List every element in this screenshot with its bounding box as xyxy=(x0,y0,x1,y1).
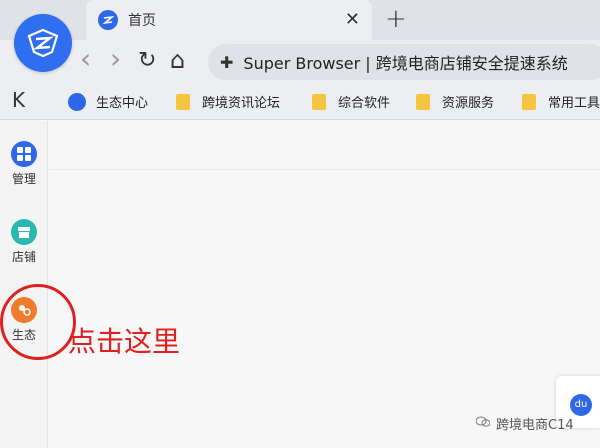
address-url: Super Browser | 跨境电商店铺安全提速系统 xyxy=(243,54,568,73)
bookmark-item[interactable]: 资源服务 xyxy=(416,92,494,111)
sidebar-item-label: 店铺 xyxy=(11,250,36,264)
bookmark-item[interactable]: 生态中心 xyxy=(68,92,148,111)
new-tab-button[interactable]: + xyxy=(385,4,407,34)
tab-strip: 首页 ✕ + xyxy=(0,0,600,40)
app-logo-icon xyxy=(68,92,86,111)
tab-home[interactable]: 首页 ✕ xyxy=(86,0,372,40)
bookmark-label: 资源服务 xyxy=(442,96,495,111)
sidebar-item-store[interactable]: 店铺 xyxy=(0,219,48,265)
folder-icon xyxy=(522,93,536,110)
bookmark-item[interactable]: 综合软件 xyxy=(312,92,390,111)
home-icon[interactable]: ⌂ xyxy=(170,46,185,74)
sidebar-item-label: 管理 xyxy=(11,172,36,186)
extension-puzzle-icon[interactable]: ✚ xyxy=(220,53,233,72)
reload-icon[interactable]: ↻ xyxy=(138,48,156,73)
close-icon[interactable]: ✕ xyxy=(345,9,360,30)
main-content xyxy=(49,121,600,448)
sidebar-item-manage[interactable]: 管理 xyxy=(0,141,48,187)
sidebar-collapse-icon[interactable]: K xyxy=(12,88,25,112)
grid-icon xyxy=(11,141,37,167)
annotation-text: 点击这里 xyxy=(68,325,181,358)
watermark-text: 跨境电商C14 xyxy=(496,418,574,433)
bookmark-label: 跨境资讯论坛 xyxy=(202,96,281,111)
app-logo-icon[interactable] xyxy=(14,14,72,72)
app-logo-icon xyxy=(98,10,118,30)
back-icon[interactable]: ‹ xyxy=(80,42,91,75)
bookmark-label: 生态中心 xyxy=(96,96,149,111)
address-bar[interactable]: ✚ Super Browser | 跨境电商店铺安全提速系统 xyxy=(208,44,600,80)
content-divider xyxy=(49,169,600,170)
folder-icon xyxy=(416,93,430,110)
baidu-paw-icon: du xyxy=(570,394,592,416)
tab-title: 首页 xyxy=(128,13,156,29)
bookmark-label: 常用工具 xyxy=(548,96,600,111)
forward-icon[interactable]: › xyxy=(110,42,121,75)
folder-icon xyxy=(176,93,190,110)
watermark: 跨境电商C14 xyxy=(475,414,574,433)
toolbar: ‹ › ↻ ⌂ ✚ Super Browser | 跨境电商店铺安全提速系统 xyxy=(0,40,600,84)
folder-icon xyxy=(312,93,326,110)
bookmark-item[interactable]: 常用工具 xyxy=(522,92,600,111)
store-icon xyxy=(11,219,37,245)
wechat-icon xyxy=(475,416,491,432)
bookmark-item[interactable]: 跨境资讯论坛 xyxy=(176,92,280,111)
annotation-circle xyxy=(0,284,76,360)
bookmarks-bar: K 生态中心 跨境资讯论坛 综合软件 资源服务 常用工具 xyxy=(0,84,600,120)
bookmark-label: 综合软件 xyxy=(338,96,391,111)
